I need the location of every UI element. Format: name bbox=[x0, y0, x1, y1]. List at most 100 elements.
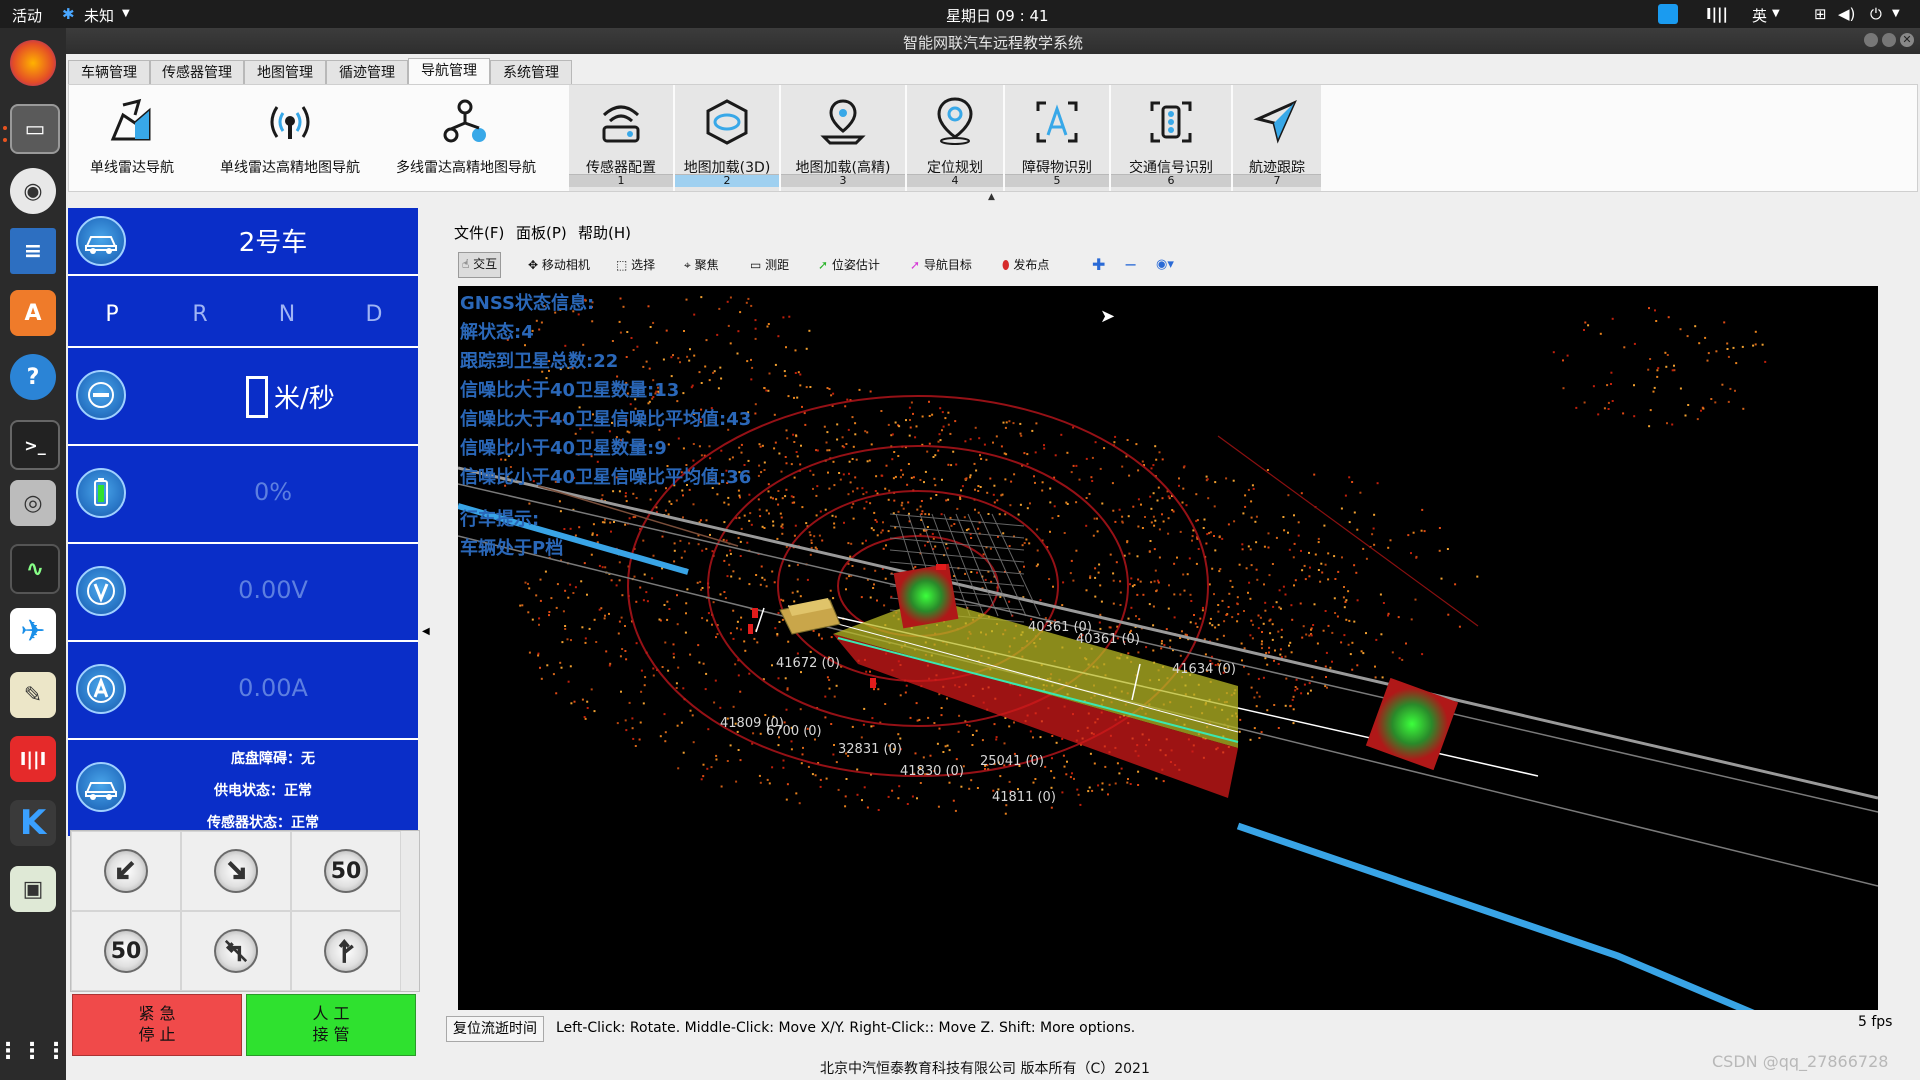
cloud-point bbox=[539, 599, 542, 602]
step-map-hd-button[interactable]: 地图加载(高精) 3 bbox=[781, 85, 905, 191]
cloud-point bbox=[1257, 677, 1260, 680]
system-menu-chevron-icon[interactable]: ▼ bbox=[1892, 8, 1900, 19]
tab-system[interactable]: 系统管理 bbox=[490, 60, 572, 85]
cloud-point bbox=[732, 609, 735, 612]
sign-cell[interactable]: 50 bbox=[291, 831, 401, 911]
camera-icon[interactable]: ◎ bbox=[10, 480, 56, 526]
tool-measure[interactable]: ▭ 测距 bbox=[750, 254, 789, 276]
writer-icon[interactable]: ≡ bbox=[10, 228, 56, 274]
cloud-point bbox=[581, 626, 584, 629]
close-icon[interactable]: ✕ bbox=[1900, 33, 1914, 47]
cloud-point bbox=[1344, 601, 1347, 603]
app-menu-icon[interactable]: ✱ bbox=[62, 5, 75, 23]
menu-help[interactable]: 帮助(H) bbox=[578, 222, 631, 243]
app-menu-chevron-icon[interactable]: ▼ bbox=[122, 8, 130, 19]
cloud-point bbox=[796, 652, 799, 655]
kinect-app-icon[interactable]: K bbox=[10, 800, 56, 846]
step-traffic-light-button[interactable]: 交通信号识别 6 bbox=[1111, 85, 1231, 191]
remove-tool-icon[interactable]: − bbox=[1124, 254, 1137, 276]
tab-sensor[interactable]: 传感器管理 bbox=[150, 60, 244, 85]
reset-time-button[interactable]: 复位流逝时间 bbox=[446, 1016, 544, 1042]
cloud-point bbox=[1057, 515, 1060, 517]
tool-properties-icon[interactable]: ◉▾ bbox=[1156, 254, 1174, 276]
gear-r[interactable]: R bbox=[156, 276, 244, 354]
gear-d[interactable]: D bbox=[330, 276, 418, 354]
cloud-point bbox=[643, 684, 646, 687]
cloud-point bbox=[1036, 528, 1039, 531]
image-viewer-icon[interactable]: ▣ bbox=[10, 866, 56, 912]
feishu-icon[interactable]: ✈ bbox=[10, 608, 56, 654]
cloud-point bbox=[910, 476, 913, 479]
tab-vehicle[interactable]: 车辆管理 bbox=[68, 60, 150, 85]
collapse-ribbon-icon[interactable]: ▲ bbox=[988, 192, 995, 202]
step-localization-button[interactable]: 定位规划 4 bbox=[907, 85, 1003, 191]
file-manager-icon[interactable]: ▭ bbox=[10, 104, 60, 154]
add-tool-icon[interactable]: ✚ bbox=[1092, 254, 1105, 276]
minimize-icon[interactable] bbox=[1864, 33, 1878, 47]
step-obstacle-button[interactable]: 障碍物识别 5 bbox=[1005, 85, 1109, 191]
tool-select[interactable]: ⬚ 选择 bbox=[616, 254, 655, 276]
step-sensor-config-button[interactable]: 传感器配置 1 bbox=[569, 85, 673, 191]
activities-button[interactable]: 活动 bbox=[12, 5, 42, 26]
show-apps-icon[interactable]: ⋮⋮⋮ bbox=[0, 1028, 67, 1074]
cloud-point bbox=[1154, 445, 1157, 448]
maximize-icon[interactable] bbox=[1882, 33, 1896, 47]
cloud-point bbox=[1205, 542, 1208, 545]
tab-navigation[interactable]: 导航管理 bbox=[408, 58, 490, 86]
cloud-point bbox=[915, 702, 918, 705]
tool-publish-point[interactable]: ⬮ 发布点 bbox=[1002, 254, 1049, 276]
multi-lidar-hd-nav-button[interactable]: 多线雷达高精地图导航 bbox=[391, 85, 541, 191]
terminal-icon[interactable]: >_ bbox=[10, 420, 60, 470]
tool-nav-goal[interactable]: ➚ 导航目标 bbox=[910, 254, 972, 276]
step-map-3d-button[interactable]: 地图加载(3D) 2 bbox=[675, 85, 779, 191]
cloud-point bbox=[1090, 476, 1093, 479]
tool-pose-estimate[interactable]: ➚ 位姿估计 bbox=[818, 254, 880, 276]
volume-icon[interactable]: ◀) bbox=[1838, 5, 1855, 23]
single-lidar-nav-button[interactable]: 单线雷达导航 bbox=[69, 85, 195, 191]
sign-cell[interactable] bbox=[291, 911, 401, 991]
input-method-indicator[interactable]: 英 bbox=[1752, 5, 1767, 26]
sign-cell[interactable]: 50 bbox=[71, 911, 181, 991]
system-monitor-icon[interactable]: ∿ bbox=[10, 544, 60, 594]
power-icon[interactable]: ⏻ bbox=[1870, 5, 1882, 23]
tool-interact[interactable]: ☝ 交互 bbox=[458, 252, 502, 278]
manual-takeover-button[interactable]: 人 工 接 管 bbox=[246, 994, 416, 1056]
sign-cell[interactable] bbox=[71, 831, 181, 911]
tray-im-icon[interactable]: I||| bbox=[1706, 5, 1728, 23]
gear-p[interactable]: P bbox=[68, 276, 156, 354]
left-splitter-handle-icon[interactable]: ◀ bbox=[422, 626, 430, 637]
clock[interactable]: 星期日 09 : 41 bbox=[946, 5, 1049, 26]
window-titlebar[interactable]: 智能网联汽车远程教学系统 ✕ bbox=[66, 28, 1920, 54]
single-lidar-hd-nav-button[interactable]: 单线雷达高精地图导航 bbox=[205, 85, 375, 191]
cloud-point bbox=[975, 469, 978, 472]
tool-focus[interactable]: ⌖ 聚焦 bbox=[684, 254, 719, 276]
cloud-point bbox=[880, 531, 883, 534]
network-icon[interactable]: ⊞ bbox=[1814, 5, 1827, 23]
cloud-point bbox=[1317, 537, 1320, 540]
cloud-point bbox=[899, 694, 902, 697]
im-app-icon[interactable]: I||I bbox=[10, 736, 56, 782]
cloud-point bbox=[1274, 649, 1276, 652]
cloud-point bbox=[820, 637, 823, 640]
input-method-chevron-icon[interactable]: ▼ bbox=[1772, 8, 1780, 19]
software-center-icon[interactable]: A bbox=[10, 290, 56, 336]
cloud-point bbox=[1053, 505, 1056, 508]
cloud-point bbox=[1280, 636, 1283, 639]
app-menu-label[interactable]: 未知 bbox=[84, 5, 114, 26]
tool-move-camera[interactable]: ✥ 移动相机 bbox=[528, 254, 590, 276]
cloud-point bbox=[1248, 581, 1251, 584]
tab-tracking[interactable]: 循迹管理 bbox=[326, 60, 408, 85]
firefox-icon[interactable] bbox=[10, 40, 56, 86]
tray-app-icon[interactable] bbox=[1658, 4, 1678, 24]
sign-cell[interactable] bbox=[181, 831, 291, 911]
step-path-tracking-button[interactable]: 航迹跟踪 7 bbox=[1233, 85, 1321, 191]
emergency-stop-button[interactable]: 紧 急 停 止 bbox=[72, 994, 242, 1056]
help-icon[interactable]: ? bbox=[10, 354, 56, 400]
menu-file[interactable]: 文件(F) bbox=[454, 222, 504, 243]
gear-n[interactable]: N bbox=[243, 276, 331, 354]
text-editor-icon[interactable]: ✎ bbox=[10, 672, 56, 718]
menu-panels[interactable]: 面板(P) bbox=[516, 222, 567, 243]
tab-map[interactable]: 地图管理 bbox=[244, 60, 326, 85]
sign-cell[interactable] bbox=[181, 911, 291, 991]
rhythmbox-icon[interactable]: ◉ bbox=[10, 168, 56, 214]
